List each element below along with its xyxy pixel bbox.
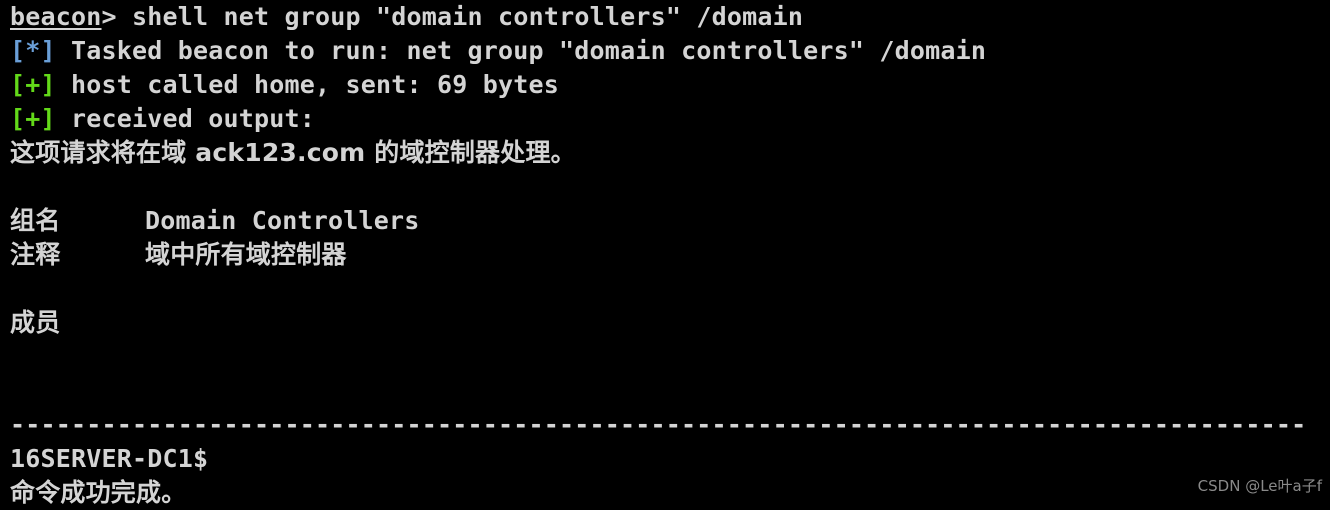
terminal-console[interactable]: beacon> shell net group "domain controll… (0, 0, 1330, 507)
beacon-prompt-arrow: > (101, 2, 133, 31)
console-line-group-name: 组名 Domain Controllers (0, 204, 1330, 238)
beacon-prompt-host: beacon (10, 2, 102, 31)
console-line-member-entry: 16SERVER-DC1$ (10, 444, 209, 473)
csdn-watermark: CSDN @Le叶a子f (1197, 477, 1322, 495)
console-blank-line-2 (0, 272, 1330, 306)
members-separator: ----------------------------------------… (10, 410, 1307, 439)
console-line-called-home: [+] host called home, sent: 69 bytes (0, 68, 1330, 102)
comment-value: 域中所有域控制器 (145, 240, 347, 269)
info-tag-icon: [*] (10, 36, 56, 65)
console-line-completion-message: 命令成功完成。 (10, 478, 187, 507)
success-tag-icon: [+] (10, 70, 56, 99)
console-blank-line-4 (0, 374, 1330, 408)
console-line-members-label: 成员 (10, 308, 61, 337)
received-output-text: received output: (55, 104, 316, 133)
console-line-domain-notice: 这项请求将在域 ack123.com 的域控制器处理。 (10, 138, 576, 167)
console-blank-line-1 (0, 170, 1330, 204)
comment-label: 注释 (10, 240, 61, 269)
console-line-prompt: beacon> shell net group "domain controll… (0, 0, 1330, 34)
console-line-comment: 注释 域中所有域控制器 (0, 238, 1330, 272)
success-tag-icon-2: [+] (10, 104, 56, 133)
called-home-message-text: host called home, sent: 69 bytes (55, 70, 560, 99)
beacon-command-text: shell net group "domain controllers" /do… (132, 2, 804, 31)
tasked-message-text: Tasked beacon to run: net group "domain … (55, 36, 987, 65)
group-name-label: 组名 (10, 206, 61, 235)
group-name-value: Domain Controllers (145, 206, 420, 235)
console-blank-line-3 (0, 340, 1330, 374)
console-line-received-output: [+] received output: (0, 102, 1330, 136)
console-line-tasked: [*] Tasked beacon to run: net group "dom… (0, 34, 1330, 68)
